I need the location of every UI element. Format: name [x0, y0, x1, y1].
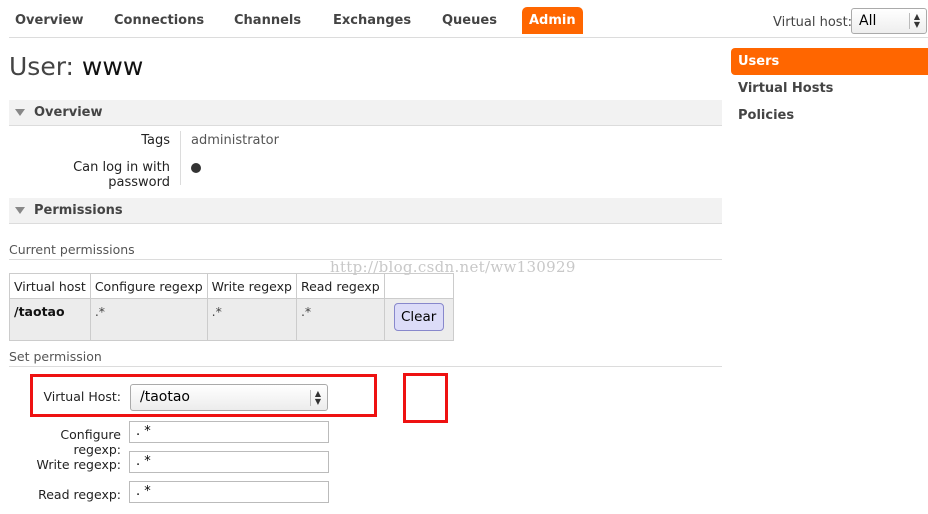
column-header-read: Read regexp	[295, 273, 385, 299]
bullet-dot-icon	[191, 163, 201, 173]
virtual-host-select-value: All	[859, 13, 877, 29]
admin-sidebar: Users Virtual Hosts Policies	[731, 48, 928, 129]
permissions-section-header[interactable]: Permissions	[9, 198, 722, 224]
sidebar-item-policies[interactable]: Policies	[731, 102, 928, 129]
virtual-host-label: Virtual host:	[773, 15, 853, 30]
column-header-configure: Configure regexp	[89, 273, 208, 299]
top-nav: Overview Connections Channels Exchanges …	[0, 0, 928, 40]
nav-tab-queues[interactable]: Queues	[442, 13, 497, 28]
tags-label: Tags	[141, 133, 170, 148]
write-regexp-input[interactable]: . *	[129, 451, 329, 473]
watermark-text: http://blog.csdn.net/ww130929	[330, 258, 576, 276]
page-title: User: www	[9, 52, 143, 81]
configure-field-label: Configure regexp:	[60, 427, 121, 457]
column-header-virtual-host: Virtual host	[9, 273, 91, 299]
overview-section-header[interactable]: Overview	[9, 100, 722, 126]
collapse-triangle-icon	[15, 109, 25, 116]
read-field-label: Read regexp:	[38, 487, 121, 502]
column-header-action	[383, 273, 454, 299]
write-field-label: Write regexp:	[36, 457, 121, 472]
virtual-host-select[interactable]: All ▲ ▼	[851, 8, 927, 34]
page-title-prefix: User:	[9, 52, 74, 81]
clear-button[interactable]: Clear	[393, 303, 444, 331]
cell-configure: .*	[89, 298, 208, 341]
cell-action: Clear	[383, 298, 454, 341]
overview-section-title: Overview	[34, 105, 103, 120]
nav-tab-connections[interactable]: Connections	[114, 13, 204, 28]
nav-tab-overview[interactable]: Overview	[15, 13, 84, 28]
nav-divider	[9, 37, 928, 38]
table-header-row: Virtual host Configure regexp Write rege…	[9, 273, 454, 299]
nav-tab-admin[interactable]: Admin	[522, 7, 583, 34]
set-permission-divider	[9, 366, 722, 367]
configure-regexp-input[interactable]: . *	[129, 421, 329, 443]
cell-virtual-host: /taotao	[9, 298, 91, 341]
tags-value: administrator	[191, 133, 279, 148]
set-permission-heading: Set permission	[9, 349, 102, 364]
overview-divider	[180, 131, 181, 185]
sidebar-item-users[interactable]: Users	[731, 48, 928, 75]
sidebar-item-virtual-hosts[interactable]: Virtual Hosts	[731, 75, 928, 102]
highlight-box-vhost	[30, 374, 377, 417]
collapse-triangle-icon	[15, 207, 25, 214]
cell-read: .*	[295, 298, 385, 341]
permissions-section-title: Permissions	[34, 203, 123, 218]
permissions-table: Virtual host Configure regexp Write rege…	[9, 273, 454, 341]
read-regexp-input[interactable]: . *	[129, 481, 329, 503]
nav-tab-exchanges[interactable]: Exchanges	[333, 13, 411, 28]
login-label: Can log in with password	[73, 160, 170, 190]
nav-tab-channels[interactable]: Channels	[234, 13, 301, 28]
page-title-user: www	[81, 52, 144, 81]
chevron-up-down-icon: ▲ ▼	[909, 13, 924, 29]
column-header-write: Write regexp	[206, 273, 297, 299]
cell-write: .*	[206, 298, 297, 341]
table-row: /taotao .* .* .* Clear	[9, 298, 454, 341]
highlight-box-empty	[403, 373, 448, 423]
current-permissions-heading: Current permissions	[9, 242, 135, 257]
